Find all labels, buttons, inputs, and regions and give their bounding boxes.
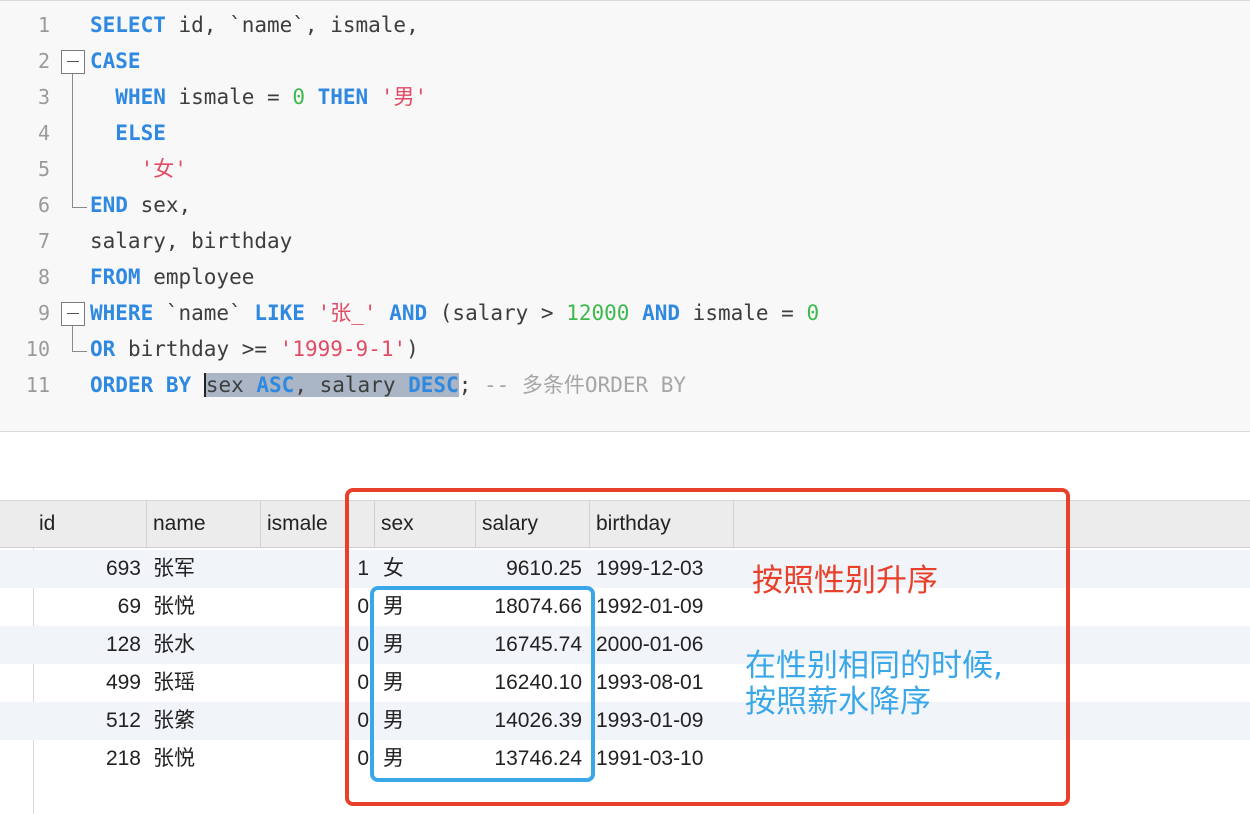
code-text: ELSE — [90, 115, 166, 151]
line-number: 4 — [37, 121, 50, 145]
line-number: 3 — [37, 85, 50, 109]
cell-id[interactable]: 499 — [33, 664, 141, 702]
line-number: 10 — [25, 337, 50, 361]
code-token: AND — [389, 301, 428, 325]
code-token: '张_' — [317, 301, 377, 325]
code-text: END sex, — [90, 187, 191, 223]
code-token: ORDER BY — [90, 373, 192, 397]
line-number: 6 — [37, 193, 50, 217]
code-token: ; — [458, 373, 484, 397]
cell-id[interactable]: 693 — [33, 550, 141, 588]
code-token: WHEN — [115, 85, 166, 109]
code-token: ELSE — [115, 121, 166, 145]
code-token: END — [90, 193, 128, 217]
code-text: WHEN ismale = 0 THEN '男' — [90, 79, 427, 115]
code-token: -- 多条件ORDER BY — [484, 373, 687, 397]
code-token: ismale = — [165, 85, 293, 109]
fold-toggle-where[interactable] — [61, 302, 85, 326]
code-token: `name` — [153, 301, 255, 325]
code-token: , salary — [294, 373, 409, 397]
fold-guide-case — [72, 74, 73, 198]
cell-name[interactable]: 张瑶 — [153, 664, 253, 702]
cell-name[interactable]: 张军 — [153, 550, 253, 588]
cell-name[interactable]: 张水 — [153, 626, 253, 664]
code-token: id, `name`, ismale, — [165, 13, 419, 37]
code-token: '女' — [140, 157, 187, 181]
code-text: ORDER BY sex ASC, salary DESC; -- 多条件ORD… — [90, 367, 686, 403]
code-text: CASE — [90, 43, 141, 79]
line-number: 2 — [37, 49, 50, 73]
annotation-line-2: 按照薪水降序 — [745, 684, 931, 720]
annotation-line-1: 在性别相同的时候, — [745, 648, 1003, 684]
code-token: 0 — [806, 301, 820, 325]
column-header-name[interactable]: name — [147, 501, 261, 547]
cell-name[interactable]: 张悦 — [153, 588, 253, 626]
annotation-salary-descending: 在性别相同的时候, 按照薪水降序 — [745, 648, 1003, 720]
code-token: '男' — [380, 85, 428, 109]
line-number: 7 — [37, 229, 50, 253]
line-number: 11 — [25, 373, 50, 397]
code-text: OR birthday >= '1999-9-1') — [90, 331, 419, 367]
fold-end-where — [72, 339, 87, 352]
line-number: 8 — [37, 265, 50, 289]
code-token: birthday >= — [115, 337, 280, 361]
code-token: SELECT — [90, 13, 166, 37]
code-token: (salary > — [427, 301, 567, 325]
cell-name[interactable]: 张悦 — [153, 740, 253, 778]
annotation-sex-ascending: 按照性别升序 — [752, 563, 938, 599]
code-text: WHERE `name` LIKE '张_' AND (salary > 120… — [90, 295, 819, 331]
cell-id[interactable]: 512 — [33, 702, 141, 740]
cell-id[interactable]: 128 — [33, 626, 141, 664]
code-token: FROM — [90, 265, 141, 289]
code-token: ismale = — [680, 301, 807, 325]
code-token: 0 — [292, 85, 305, 109]
code-token: OR — [90, 337, 116, 361]
code-token: ) — [406, 337, 419, 361]
code-token: AND — [642, 301, 681, 325]
fold-toggle-case[interactable] — [61, 50, 85, 74]
code-token: 12000 — [566, 301, 630, 325]
code-token: sex, — [127, 193, 192, 217]
line-number: 9 — [37, 301, 50, 325]
sql-editor[interactable]: 1 SELECT id, `name`, ismale, 2 CASE 3 WHEN i… — [0, 0, 1250, 432]
code-token: CASE — [90, 49, 141, 73]
code-token: THEN — [317, 85, 369, 109]
cell-id[interactable]: 69 — [33, 588, 141, 626]
code-token: sex — [203, 373, 257, 397]
code-token: LIKE — [254, 301, 305, 325]
code-token: DESC — [408, 373, 459, 397]
line-number: 1 — [37, 13, 50, 37]
code-text: salary, birthday — [90, 223, 292, 259]
cell-name[interactable]: 张綮 — [153, 702, 253, 740]
code-token: salary, birthday — [90, 229, 293, 253]
line-number: 5 — [37, 157, 50, 181]
code-text: '女' — [90, 151, 187, 187]
fold-end-case — [72, 195, 87, 208]
salary-desc-highlight-box — [370, 586, 595, 782]
column-header-id[interactable]: id — [33, 501, 147, 547]
code-token: ASC — [256, 373, 295, 397]
code-text: SELECT id, `name`, ismale, — [90, 7, 419, 43]
code-token: '1999-9-1' — [279, 337, 407, 361]
code-text: FROM employee — [90, 259, 254, 295]
code-token: WHERE — [90, 301, 154, 325]
cell-id[interactable]: 218 — [33, 740, 141, 778]
code-token: employee — [140, 265, 255, 289]
